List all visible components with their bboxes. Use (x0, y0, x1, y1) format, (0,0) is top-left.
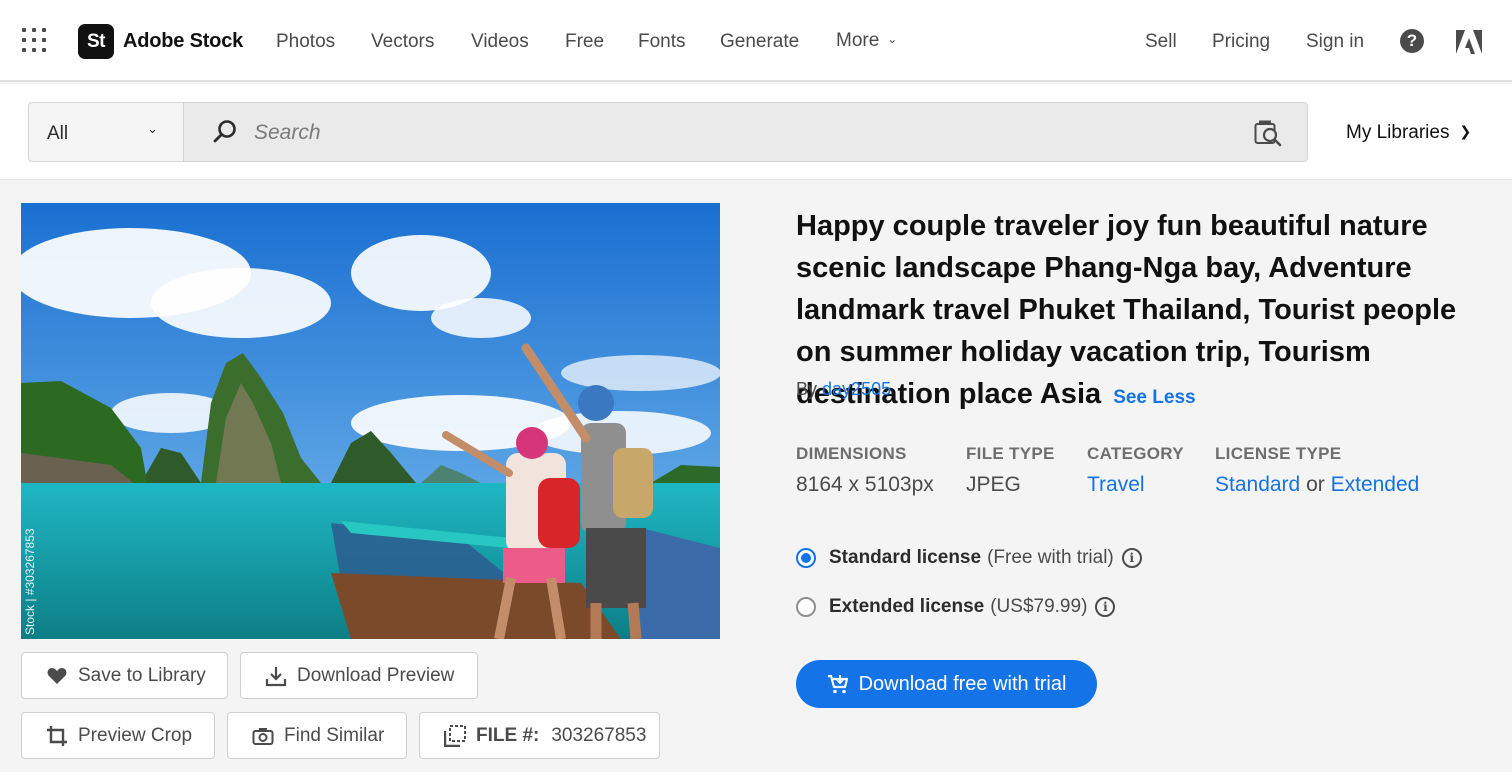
nav-pricing[interactable]: Pricing (1212, 31, 1270, 53)
preview-crop-button[interactable]: Preview Crop (21, 712, 215, 759)
stock-image-preview[interactable]: Adobe Stock | #303267853 (21, 203, 720, 639)
brand-name: Adobe Stock (123, 30, 244, 52)
my-libraries-label: My Libraries (1346, 122, 1450, 143)
chevron-down-icon: ❯ (1459, 123, 1472, 139)
standard-license-note: (Free with trial) (987, 547, 1114, 568)
download-free-trial-label: Download free with trial (858, 672, 1067, 695)
file-type-value: JPEG (966, 473, 1021, 496)
search-bar: All ⌄ (28, 102, 1308, 162)
info-icon[interactable]: i (1095, 597, 1116, 617)
file-number-key: FILE #: (476, 724, 540, 746)
asset-title: Happy couple traveler joy fun beautiful … (796, 205, 1496, 419)
nav-videos[interactable]: Videos (471, 31, 529, 53)
file-icon (444, 724, 466, 747)
file-number-button[interactable]: FILE #: 303267853 (419, 712, 660, 759)
see-less-link[interactable]: See Less (1113, 387, 1195, 408)
search-input[interactable] (254, 117, 1214, 149)
travel-photo (21, 203, 720, 639)
meta-file-type: FILE TYPE JPEG (966, 444, 1055, 497)
nav-free[interactable]: Free (565, 31, 604, 53)
nav-photos[interactable]: Photos (276, 31, 335, 53)
download-preview-label: Download Preview (297, 664, 455, 686)
heart-icon (46, 665, 68, 687)
author-link[interactable]: day2505 (822, 379, 891, 399)
standard-license-radio[interactable] (796, 548, 816, 568)
standard-license-name: Standard license (829, 547, 982, 568)
file-type-label: FILE TYPE (966, 444, 1055, 463)
adobe-stock-logo: St (78, 24, 114, 59)
extended-license-name: Extended license (829, 596, 985, 617)
meta-category: CATEGORY Travel (1087, 444, 1184, 497)
help-icon[interactable]: ? (1400, 29, 1424, 53)
nav-more-label: More (836, 30, 880, 51)
meta-license-type: LICENSE TYPE Standard or Extended (1215, 444, 1419, 497)
dimensions-value: 8164 x 5103px (796, 473, 934, 496)
info-icon[interactable]: i (1121, 548, 1142, 568)
category-label: CATEGORY (1087, 444, 1184, 463)
extended-license-option[interactable]: Extended license (US$79.99) i (796, 596, 1116, 618)
nav-sign-in[interactable]: Sign in (1306, 31, 1364, 53)
visual-search-icon[interactable] (1254, 119, 1282, 147)
camera-icon (252, 725, 274, 747)
find-similar-label: Find Similar (284, 724, 385, 746)
extended-license-link[interactable]: Extended (1331, 473, 1420, 496)
chevron-down-icon: ⌄ (887, 32, 898, 46)
grid-icon[interactable] (22, 28, 46, 52)
image-watermark-id: Adobe Stock | #303267853 (23, 528, 37, 639)
asset-title-text: Happy couple traveler joy fun beautiful … (796, 210, 1457, 410)
nav-fonts[interactable]: Fonts (638, 31, 686, 53)
author-byline: By day2505 (796, 379, 891, 400)
nav-more[interactable]: More ⌄ (836, 30, 897, 52)
file-number-value: 303267853 (551, 724, 647, 746)
standard-license-link[interactable]: Standard (1215, 473, 1300, 496)
search-icon (213, 120, 236, 143)
adobe-logo-icon[interactable] (1456, 30, 1482, 54)
download-preview-button[interactable]: Download Preview (240, 652, 478, 699)
dimensions-label: DIMENSIONS (796, 444, 907, 463)
by-label: By (796, 379, 818, 399)
save-to-library-button[interactable]: Save to Library (21, 652, 228, 699)
brand-link[interactable]: St Adobe Stock (78, 24, 243, 59)
my-libraries-dropdown[interactable]: My Libraries ❯ (1346, 122, 1471, 144)
extended-license-note: (US$79.99) (990, 596, 1088, 617)
standard-license-option[interactable]: Standard license (Free with trial) i (796, 547, 1142, 569)
search-scope-value: All (47, 123, 69, 144)
nav-vectors[interactable]: Vectors (371, 31, 434, 53)
download-free-trial-button[interactable]: Download free with trial (796, 660, 1097, 708)
license-type-label: LICENSE TYPE (1215, 444, 1342, 463)
nav-sell[interactable]: Sell (1145, 31, 1177, 53)
chevron-down-icon: ⌄ (147, 121, 158, 136)
crop-icon (46, 725, 68, 747)
category-link[interactable]: Travel (1087, 473, 1145, 496)
save-to-library-label: Save to Library (78, 664, 206, 686)
preview-crop-label: Preview Crop (78, 724, 193, 746)
license-or-text: or (1306, 473, 1325, 496)
nav-generate[interactable]: Generate (720, 31, 799, 53)
search-band: All ⌄ My Libraries ❯ (0, 84, 1512, 180)
extended-license-radio[interactable] (796, 597, 816, 617)
download-icon (265, 665, 287, 687)
meta-dimensions: DIMENSIONS 8164 x 5103px (796, 444, 934, 497)
search-scope-dropdown[interactable]: All ⌄ (29, 103, 184, 161)
top-navigation: St Adobe Stock Photos Vectors Videos Fre… (0, 0, 1512, 82)
find-similar-button[interactable]: Find Similar (227, 712, 407, 759)
cart-icon (827, 674, 848, 694)
